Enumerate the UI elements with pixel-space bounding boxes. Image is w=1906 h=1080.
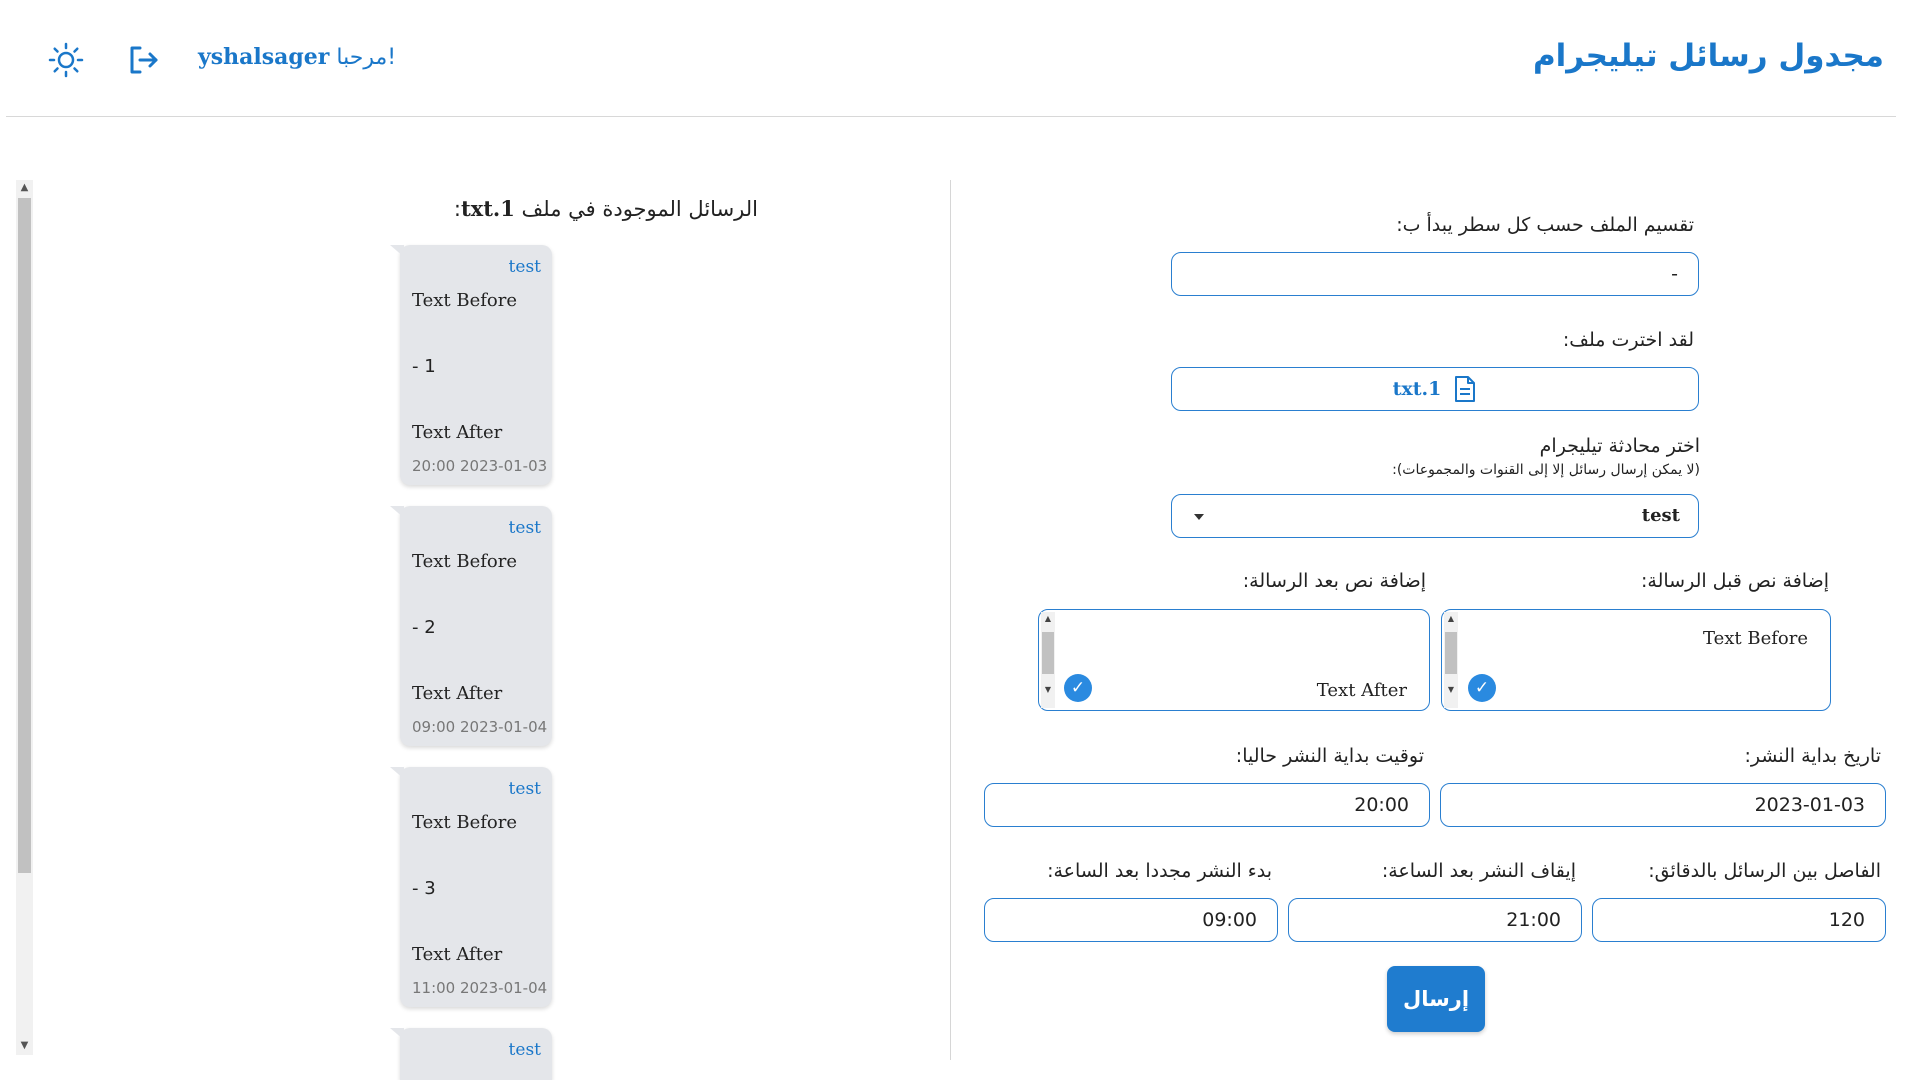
before-text-value: Text Before <box>1702 628 1808 649</box>
header-divider <box>6 116 1896 117</box>
scroll-up-arrow[interactable]: ▲ <box>1444 614 1458 623</box>
start-time-input[interactable] <box>985 784 1429 826</box>
message-chat: test <box>508 779 541 799</box>
selected-file-label: لقد اخترت ملف: <box>1562 329 1694 351</box>
scroll-up-arrow[interactable]: ▲ <box>16 182 33 194</box>
message-before-text: Text Before <box>412 812 518 833</box>
messages-file-name: txt.1 <box>460 196 515 221</box>
pane-divider <box>950 180 951 1060</box>
start-date-input[interactable] <box>1441 784 1885 826</box>
message-before-text: Text Before <box>412 551 518 572</box>
scroll-up-arrow[interactable]: ▲ <box>1041 614 1055 623</box>
before-text-scrollbar[interactable]: ▲ ▼ <box>1444 612 1458 708</box>
app-header: مجدول رسائل تيليجرام yshalsager مرحبا! <box>0 0 1906 118</box>
scrollbar-thumb[interactable] <box>1042 632 1054 674</box>
user-greeting: yshalsager مرحبا! <box>198 44 396 70</box>
check-icon[interactable]: ✓ <box>1468 674 1496 702</box>
interval-label: الفاصل بين الرسائل بالدقائق: <box>1648 860 1881 882</box>
message-bubble: test Text Before - 1 Text After 20:00 20… <box>390 245 552 485</box>
resume-time-input[interactable] <box>985 899 1277 941</box>
start-time-field[interactable] <box>984 783 1430 827</box>
message-after-text: Text After <box>412 944 503 965</box>
message-chat: test <box>508 1040 541 1060</box>
after-text-area[interactable]: ▲ ▼ Text After ✓ <box>1038 609 1430 711</box>
before-text-label: إضافة نص قبل الرسالة: <box>1641 570 1829 592</box>
chat-select-label: اختر محادثة تيليجرام <box>1539 435 1700 457</box>
sun-icon <box>48 42 84 78</box>
message-before-text: Text Before <box>412 290 518 311</box>
stop-time-field[interactable] <box>1288 898 1582 942</box>
after-text-label: إضافة نص بعد الرسالة: <box>1242 570 1426 592</box>
start-date-label: تاريخ بداية النشر: <box>1744 745 1881 767</box>
scrollbar-thumb[interactable] <box>1445 632 1457 674</box>
start-date-field[interactable] <box>1440 783 1886 827</box>
messages-title: الرسائل الموجودة في ملف txt.1: <box>454 196 758 221</box>
interval-input[interactable] <box>1593 899 1885 941</box>
messages-title-colon: : <box>453 197 461 221</box>
chat-select-note: (لا يمكن إرسال رسائل إلا إلى القنوات وال… <box>1392 462 1700 478</box>
resume-time-label: بدء النشر مجددا بعد الساعة: <box>1047 860 1272 882</box>
logout-icon <box>130 46 158 74</box>
before-text-area[interactable]: ▲ ▼ Text Before ✓ <box>1441 609 1831 711</box>
logout-button[interactable] <box>126 42 162 78</box>
after-text-scrollbar[interactable]: ▲ ▼ <box>1041 612 1055 708</box>
chat-select-dropdown[interactable]: test <box>1171 494 1699 538</box>
username: yshalsager <box>198 44 330 70</box>
interval-field[interactable] <box>1592 898 1886 942</box>
message-bubble: test Text Before - 3 Text After 11:00 20… <box>390 767 552 1007</box>
app-title: مجدول رسائل تيليجرام <box>1532 38 1884 74</box>
split-label: تقسيم الملف حسب كل سطر يبدأ ب: <box>1396 214 1694 236</box>
chevron-down-icon <box>1194 514 1204 520</box>
message-body: - 2 <box>412 617 436 638</box>
document-icon <box>1455 376 1476 402</box>
chat-select-value: test <box>1641 505 1680 526</box>
scrollbar-thumb[interactable] <box>18 198 31 873</box>
after-text-value: Text After <box>1316 680 1407 701</box>
check-icon[interactable]: ✓ <box>1064 674 1092 702</box>
stop-time-input[interactable] <box>1289 899 1581 941</box>
message-body: - 1 <box>412 356 436 377</box>
selected-file-name: txt.1 <box>1392 378 1442 400</box>
resume-time-field[interactable] <box>984 898 1278 942</box>
split-delimiter-input[interactable] <box>1172 253 1698 295</box>
stop-time-label: إيقاف النشر بعد الساعة: <box>1381 860 1576 882</box>
message-after-text: Text After <box>412 422 503 443</box>
message-after-text: Text After <box>412 683 503 704</box>
scroll-down-arrow[interactable]: ▼ <box>16 1040 33 1052</box>
scroll-down-arrow[interactable]: ▼ <box>1444 685 1458 694</box>
message-bubble: test <box>390 1028 552 1080</box>
greeting-text: مرحبا! <box>336 45 397 70</box>
start-time-label: توقيت بداية النشر حاليا: <box>1235 745 1424 767</box>
message-time: 09:00 2023-01-04 <box>412 718 548 736</box>
message-body: - 3 <box>412 878 436 899</box>
split-delimiter-field[interactable] <box>1171 252 1699 296</box>
message-time: 20:00 2023-01-03 <box>412 457 548 475</box>
message-time: 11:00 2023-01-04 <box>412 979 548 997</box>
selected-file-button[interactable]: txt.1 <box>1171 367 1699 411</box>
message-bubble: test Text Before - 2 Text After 09:00 20… <box>390 506 552 746</box>
send-button[interactable]: إرسال <box>1387 966 1485 1032</box>
messages-title-text: الرسائل الموجودة في ملف <box>521 197 758 221</box>
scroll-down-arrow[interactable]: ▼ <box>1041 685 1055 694</box>
message-chat: test <box>508 257 541 277</box>
theme-toggle-button[interactable] <box>48 42 84 78</box>
message-chat: test <box>508 518 541 538</box>
